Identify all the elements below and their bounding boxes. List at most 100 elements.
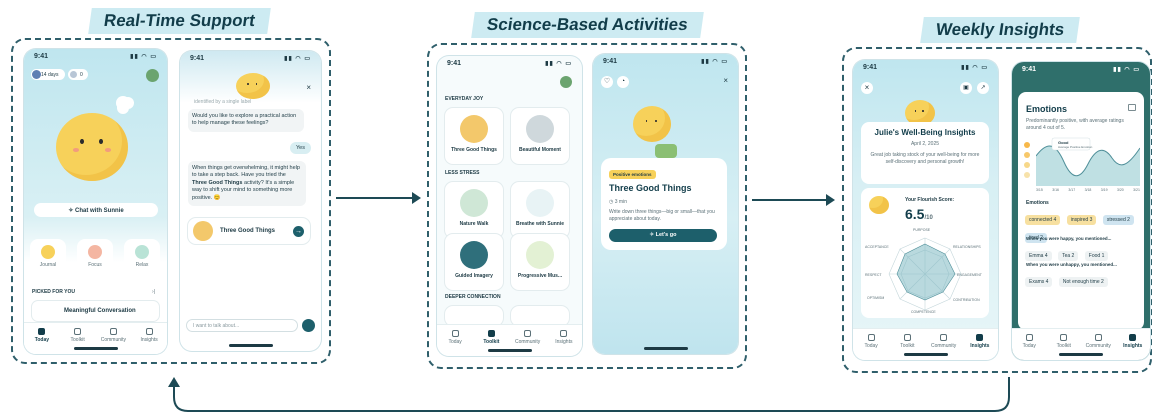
duration: ◷ 3 min [609, 199, 627, 205]
insights-title: Julie's Well-Being Insights [874, 128, 976, 137]
streak-badge[interactable]: 0 [68, 69, 88, 80]
tab-insights[interactable]: Insights [1116, 329, 1151, 360]
bot-question: Would you like to explore a practical ac… [188, 109, 304, 132]
sunnie-mascot [56, 113, 128, 181]
tab-today[interactable]: Today [437, 325, 473, 356]
section-everyday-joy: EVERYDAY JOY [445, 96, 484, 102]
card-nature-walk[interactable]: Nature Walk [445, 182, 503, 238]
tab-today[interactable]: Today [24, 323, 60, 354]
chat-icon: ✧ [68, 208, 76, 214]
tab-insights[interactable]: Insights [546, 325, 582, 356]
card-beautiful-moment[interactable]: Beautiful Moment [511, 108, 569, 164]
bot-suggestion: When things get overwhelming, it might h… [188, 161, 306, 207]
quick-focus[interactable]: Focus [77, 239, 113, 277]
days-badge[interactable]: 14 days [31, 69, 65, 80]
section-deeper-connection: DEEPER CONNECTION [445, 294, 501, 300]
tab-insights[interactable]: Insights [131, 323, 167, 354]
relax-icon [135, 245, 149, 259]
tab-today[interactable]: Today [1012, 329, 1047, 360]
heart-icon[interactable]: ♡ [601, 76, 613, 88]
save-icon[interactable]: ▣ [960, 82, 972, 94]
pill-inspired: inspired 3 [1066, 215, 1097, 225]
timer-icon[interactable]: ◔ [617, 76, 629, 88]
chat-button[interactable]: ✧ Chat with Sunnie [34, 203, 158, 217]
activity-card[interactable]: Three Good Things → [188, 218, 310, 244]
unhappy-label: When you were unhappy, you mentioned... [1026, 262, 1117, 267]
activity-desc: Write down three things—big or small—tha… [609, 209, 715, 222]
faded-message: identified by a single label [194, 99, 252, 105]
share-icon[interactable]: ↗ [977, 82, 989, 94]
insights-date: April 2, 2025 [910, 141, 940, 147]
radar-label-relationships: RELATIONSHIPS [953, 245, 981, 249]
quick-relax[interactable]: Relax [124, 239, 160, 277]
pill-exams: Exams 4 [1025, 277, 1053, 287]
arrow-right-icon[interactable]: → [293, 226, 304, 237]
comment-icon[interactable] [1128, 104, 1136, 111]
activity-title: Three Good Things [609, 183, 692, 193]
radar-label-contribution: CONTRIBUTION [953, 298, 980, 302]
phone-toolkit: 9:41 ▮▮ ◠ ▭ EVERYDAY JOY Three Good Thing… [437, 56, 582, 356]
arrow-1-head [412, 192, 421, 204]
score-label: Your Flourish Score: [905, 197, 955, 203]
lets-go-button[interactable]: ✧ Let's go [609, 229, 717, 242]
status-time: 9:41 [34, 53, 49, 60]
emotions-line-chart [1036, 137, 1140, 186]
card-breathe[interactable]: Breathe with Sunnie [511, 182, 569, 238]
mood-scale [1024, 138, 1036, 188]
section-title-insights: Weekly Insights [920, 17, 1081, 43]
quick-actions: Journal Focus Relax [30, 239, 160, 279]
phone-wellbeing: 9:41 ▮▮ ◠ ▭ × ▣ ↗ Julie's Well-Being Insi… [853, 60, 998, 360]
emotions-card: Emotions Predominantly positive, with av… [1018, 92, 1144, 330]
emotions-label: Emotions [1026, 200, 1049, 206]
arrow-1 [336, 197, 414, 199]
picked-label: PICKED FOR YOU [32, 289, 75, 295]
card-connection-2[interactable] [511, 306, 569, 326]
card-connection-1[interactable] [445, 306, 503, 326]
card-three-good-things[interactable]: Three Good Things [445, 108, 503, 164]
user-reply-yes: Yes [290, 142, 311, 154]
gear-icon [32, 70, 41, 79]
card-guided-imagery[interactable]: Guided Imagery [445, 234, 503, 290]
tooltip-sub: Average Positive Emotion [1058, 145, 1093, 149]
radar-label-respect: RESPECT [865, 273, 882, 277]
focus-icon [88, 245, 102, 259]
close-icon[interactable]: × [306, 83, 311, 92]
phone-activity-detail: 9:41 ▮▮ ◠ ▭ ♡ ◔ × Positive emotions Three… [593, 54, 738, 354]
sprout-icon [655, 144, 677, 158]
sunnie-mascot [236, 73, 270, 99]
x-axis: 3/15 3/16 3/17 3/18 3/19 3/20 3/21 [1036, 188, 1140, 192]
flower-icon [116, 96, 130, 110]
section-less-stress: LESS STRESS [445, 170, 480, 176]
section-title-activities: Science-Based Activities [471, 12, 704, 38]
arrow-2-head [826, 194, 835, 206]
quick-journal[interactable]: Journal [30, 239, 66, 277]
emotions-title: Emotions [1026, 104, 1068, 114]
avatar[interactable] [560, 76, 572, 88]
phone-today: 9:41 ▮▮ ◠ ▭ 14 days 0 ✧ Chat with Sunnie … [24, 49, 167, 354]
phone-emotions: 9:41 ▮▮ ◠ ▭ Emotions Predominantly positi… [1012, 62, 1150, 360]
radar-label-purpose: PURPOSE [913, 228, 931, 232]
section-title-support: Real-Time Support [88, 8, 271, 34]
close-icon[interactable]: × [861, 82, 873, 94]
radar-label-competence: COMPETENCE [911, 310, 936, 314]
activity-detail-card: Positive emotions Three Good Things ◷ 3 … [601, 158, 727, 250]
pill-food: Food 1 [1084, 251, 1109, 261]
tab-today[interactable]: Today [853, 329, 889, 360]
headphones-icon[interactable] [302, 319, 315, 332]
card-progressive-muscle[interactable]: Progressive Mus... [511, 234, 569, 290]
flourish-card: Your Flourish Score: 6.5/10 PURPOSE RELA… [861, 188, 989, 318]
picked-card[interactable]: Meaningful Conversation [32, 301, 159, 321]
sunnie-mascot [633, 106, 671, 142]
chat-input[interactable]: I want to talk about... [186, 319, 298, 332]
avatar[interactable] [146, 69, 159, 82]
radar-label-acceptance: ACCEPTANCE [865, 245, 889, 249]
pill-stressed: stressed 2 [1102, 215, 1134, 225]
picked-more-icon[interactable]: ›| [152, 289, 155, 295]
emotions-subtitle: Predominantly positive, with average rat… [1026, 118, 1124, 131]
insights-body: Great job taking stock of your well-bein… [870, 152, 980, 165]
loop-arrow [168, 377, 1010, 412]
tab-insights[interactable]: Insights [962, 329, 998, 360]
happy-label: When you were happy, you mentioned... [1026, 236, 1112, 241]
close-icon[interactable]: × [723, 76, 728, 85]
unhappy-pills: Exams 4 Not enough time 2 [1024, 270, 1140, 288]
